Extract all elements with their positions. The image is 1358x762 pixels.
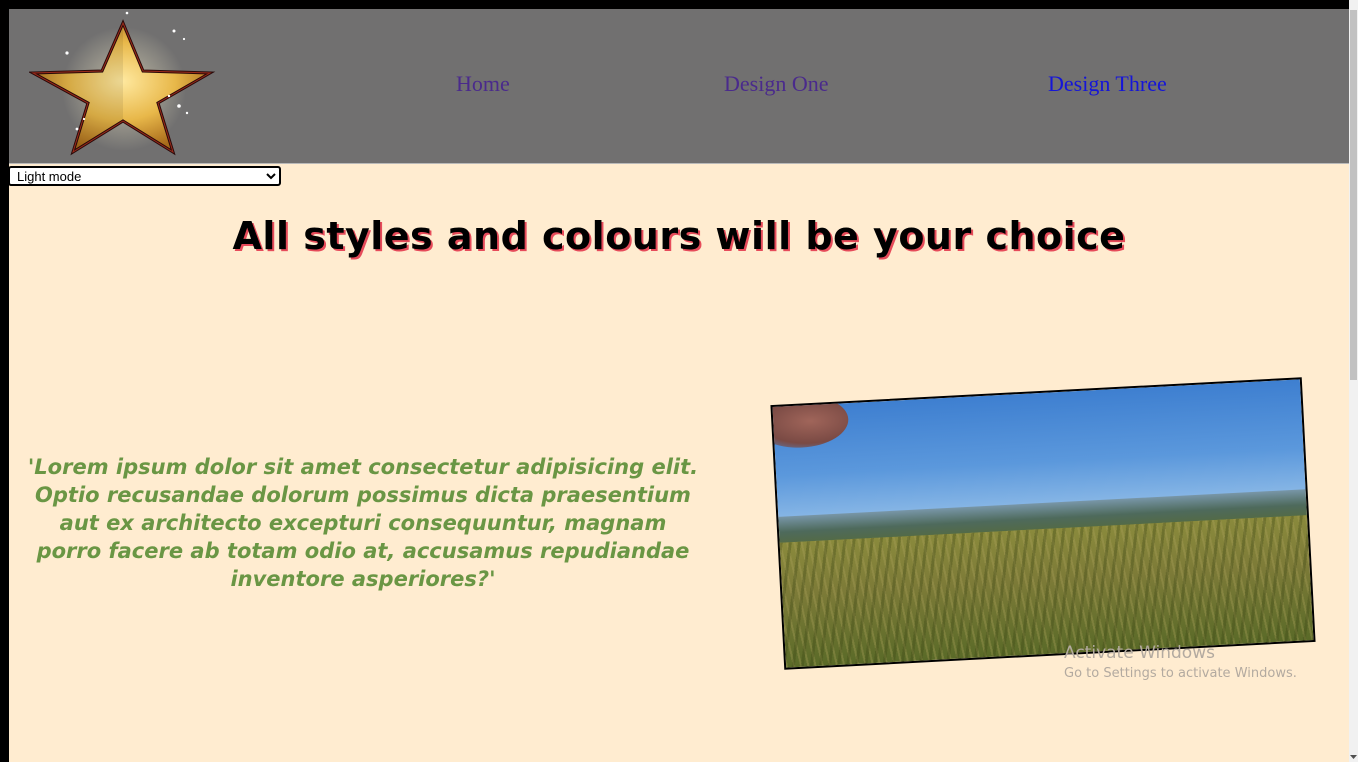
page-headline: All styles and colours will be your choi… [232, 214, 1126, 258]
activate-windows-watermark: Activate Windows Go to Settings to activ… [1064, 642, 1297, 684]
theme-mode-select[interactable]: Light mode [9, 166, 281, 186]
nav-design-one-link[interactable]: Design One [724, 71, 828, 97]
site-header: Home Design One Design Three [9, 9, 1349, 164]
lorem-quote: 'Lorem ipsum dolor sit amet consectetur … [27, 455, 699, 591]
star-logo-icon [29, 11, 216, 156]
nav-design-three-link[interactable]: Design Three [1048, 71, 1167, 97]
watermark-subtitle: Go to Settings to activate Windows. [1064, 666, 1297, 681]
landscape-photo [770, 377, 1316, 670]
watermark-title: Activate Windows [1064, 643, 1215, 663]
scroll-down-arrow-icon[interactable] [1349, 752, 1358, 762]
scrollbar-thumb[interactable] [1350, 10, 1357, 380]
nav-home-link[interactable]: Home [456, 71, 510, 97]
